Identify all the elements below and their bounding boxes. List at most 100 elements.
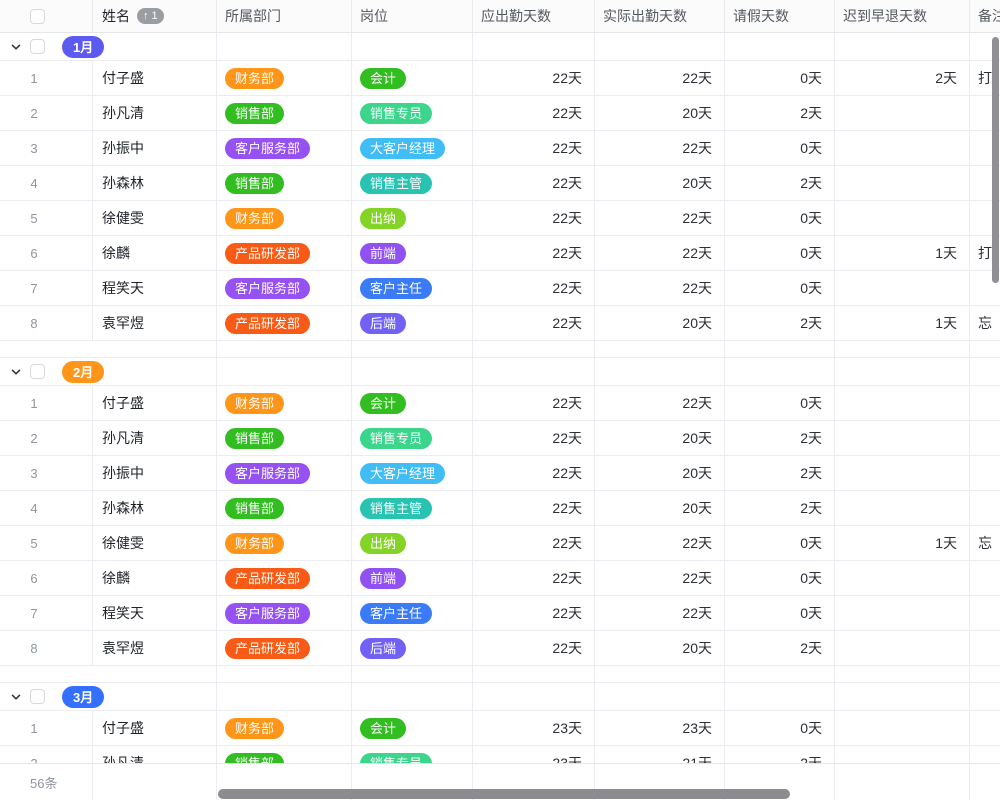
cell-dept[interactable]: 销售部	[217, 421, 352, 455]
spacer-cell[interactable]	[0, 341, 217, 357]
cell-dept[interactable]: 产品研发部	[217, 561, 352, 595]
cell-expected[interactable]: 22天	[473, 596, 595, 630]
cell-late[interactable]	[835, 271, 970, 305]
cell-leave[interactable]: 0天	[725, 271, 835, 305]
cell-actual[interactable]: 20天	[595, 96, 725, 130]
cell-remark[interactable]	[970, 711, 1000, 745]
cell-leave[interactable]: 2天	[725, 746, 835, 763]
cell-name[interactable]: 付子盛	[93, 61, 217, 95]
cell-remark[interactable]	[970, 596, 1000, 630]
cell-position[interactable]: 前端	[352, 236, 473, 270]
cell-late[interactable]: 1天	[835, 236, 970, 270]
cell-leave[interactable]: 2天	[725, 421, 835, 455]
cell-name[interactable]: 徐麟	[93, 561, 217, 595]
cell-actual[interactable]: 22天	[595, 236, 725, 270]
cell-leave[interactable]: 2天	[725, 96, 835, 130]
cell-position[interactable]: 客户主任	[352, 271, 473, 305]
cell-actual[interactable]: 22天	[595, 271, 725, 305]
spacer-cell[interactable]	[595, 666, 725, 682]
row-handle-cell[interactable]: 2	[0, 421, 93, 455]
group-empty-cell[interactable]	[217, 683, 352, 710]
cell-late[interactable]: 1天	[835, 306, 970, 340]
cell-position[interactable]: 客户主任	[352, 596, 473, 630]
cell-expected[interactable]: 22天	[473, 306, 595, 340]
cell-remark[interactable]	[970, 456, 1000, 490]
cell-leave[interactable]: 2天	[725, 166, 835, 200]
cell-actual[interactable]: 21天	[595, 746, 725, 763]
row-handle-cell[interactable]: 4	[0, 491, 93, 525]
row-handle-cell[interactable]: 1	[0, 711, 93, 745]
cell-leave[interactable]: 2天	[725, 631, 835, 665]
column-header-actual[interactable]: 实际出勤天数	[595, 0, 725, 32]
group-header-cell[interactable]: 3月	[0, 683, 217, 710]
spacer-cell[interactable]	[725, 341, 835, 357]
cell-expected[interactable]: 22天	[473, 526, 595, 560]
row-handle-cell[interactable]: 5	[0, 526, 93, 560]
cell-position[interactable]: 会计	[352, 61, 473, 95]
group-checkbox[interactable]	[30, 39, 45, 54]
cell-actual[interactable]: 22天	[595, 596, 725, 630]
cell-name[interactable]: 孙凡清	[93, 96, 217, 130]
cell-expected[interactable]: 22天	[473, 456, 595, 490]
column-header-leave[interactable]: 请假天数	[725, 0, 835, 32]
cell-leave[interactable]: 2天	[725, 456, 835, 490]
horizontal-scrollbar[interactable]	[218, 789, 790, 799]
sort-badge[interactable]: ↑ 1	[137, 8, 164, 24]
column-header-name[interactable]: 姓名 ↑ 1	[93, 0, 217, 32]
cell-expected[interactable]: 22天	[473, 61, 595, 95]
cell-dept[interactable]: 销售部	[217, 166, 352, 200]
cell-leave[interactable]: 0天	[725, 131, 835, 165]
row-handle-cell[interactable]: 1	[0, 61, 93, 95]
row-handle-cell[interactable]: 6	[0, 236, 93, 270]
cell-dept[interactable]: 财务部	[217, 201, 352, 235]
cell-actual[interactable]: 22天	[595, 201, 725, 235]
cell-actual[interactable]: 20天	[595, 631, 725, 665]
cell-dept[interactable]: 产品研发部	[217, 236, 352, 270]
spacer-cell[interactable]	[725, 666, 835, 682]
cell-dept[interactable]: 客户服务部	[217, 271, 352, 305]
group-empty-cell[interactable]	[595, 683, 725, 710]
spacer-cell[interactable]	[352, 341, 473, 357]
cell-leave[interactable]: 0天	[725, 526, 835, 560]
cell-name[interactable]: 孙振中	[93, 131, 217, 165]
cell-leave[interactable]: 0天	[725, 596, 835, 630]
cell-late[interactable]: 1天	[835, 526, 970, 560]
cell-remark[interactable]	[970, 386, 1000, 420]
cell-late[interactable]	[835, 711, 970, 745]
cell-expected[interactable]: 22天	[473, 386, 595, 420]
group-empty-cell[interactable]	[835, 33, 970, 60]
cell-remark[interactable]	[970, 631, 1000, 665]
group-checkbox[interactable]	[30, 689, 45, 704]
spacer-cell[interactable]	[835, 341, 970, 357]
cell-actual[interactable]: 23天	[595, 711, 725, 745]
cell-leave[interactable]: 2天	[725, 306, 835, 340]
cell-remark[interactable]: 忘	[970, 306, 1000, 340]
select-all-cell[interactable]	[0, 0, 93, 32]
cell-name[interactable]: 徐麟	[93, 236, 217, 270]
group-empty-cell[interactable]	[473, 683, 595, 710]
row-handle-cell[interactable]: 1	[0, 386, 93, 420]
cell-actual[interactable]: 20天	[595, 491, 725, 525]
row-handle-cell[interactable]: 3	[0, 456, 93, 490]
cell-late[interactable]	[835, 491, 970, 525]
spacer-cell[interactable]	[970, 666, 1000, 682]
cell-dept[interactable]: 产品研发部	[217, 306, 352, 340]
cell-expected[interactable]: 22天	[473, 201, 595, 235]
group-empty-cell[interactable]	[217, 358, 352, 385]
group-empty-cell[interactable]	[970, 358, 1000, 385]
cell-late[interactable]	[835, 166, 970, 200]
cell-position[interactable]: 销售专员	[352, 746, 473, 763]
group-empty-cell[interactable]	[595, 358, 725, 385]
group-empty-cell[interactable]	[352, 358, 473, 385]
cell-dept[interactable]: 产品研发部	[217, 631, 352, 665]
cell-leave[interactable]: 0天	[725, 386, 835, 420]
row-handle-cell[interactable]: 5	[0, 201, 93, 235]
select-all-checkbox[interactable]	[30, 9, 45, 24]
group-empty-cell[interactable]	[217, 33, 352, 60]
cell-late[interactable]	[835, 96, 970, 130]
cell-remark[interactable]	[970, 746, 1000, 763]
cell-actual[interactable]: 22天	[595, 61, 725, 95]
cell-late[interactable]	[835, 561, 970, 595]
group-empty-cell[interactable]	[725, 683, 835, 710]
vertical-scrollbar[interactable]	[992, 37, 999, 283]
